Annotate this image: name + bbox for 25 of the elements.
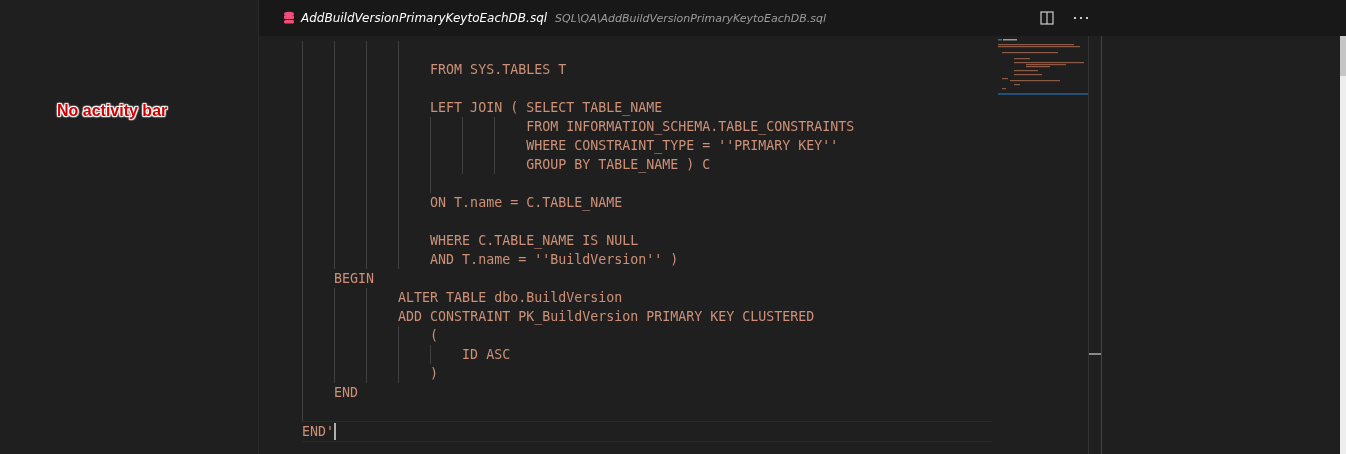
code-text: END	[334, 385, 359, 400]
tab-path: SQL\QA\AddBuildVersionPrimaryKeytoEachDB.sql	[555, 11, 827, 25]
code-text: WHERE C.TABLE_NAME IS NULL	[430, 233, 639, 248]
code-text: ADD CONSTRAINT PK_BuildVersion PRIMARY KEY CLUSTERED	[398, 309, 815, 324]
code-text: GROUP BY TABLE_NAME ) C	[526, 157, 711, 172]
code-text: FROM SYS.TABLES T	[430, 62, 567, 77]
scroll-marker	[1089, 353, 1101, 355]
code-text: LEFT JOIN ( SELECT TABLE_NAME	[430, 100, 663, 115]
code-text: AND T.name = ''BuildVersion'' )	[430, 252, 679, 267]
code-text: (	[430, 328, 439, 343]
code-text: END'	[302, 424, 335, 439]
code-text: BEGIN	[334, 271, 375, 286]
code-text: FROM INFORMATION_SCHEMA.TABLE_CONSTRAINTS	[526, 119, 855, 134]
code-text: ALTER TABLE dbo.BuildVersion	[398, 290, 623, 305]
scrollbar-thumb[interactable]	[1340, 36, 1346, 76]
database-icon	[283, 11, 295, 25]
code-text: WHERE CONSTRAINT_TYPE = ''PRIMARY KEY''	[526, 138, 839, 153]
tab-filename[interactable]: AddBuildVersionPrimaryKeytoEachDB.sql	[301, 11, 548, 25]
more-icon[interactable]	[1074, 16, 1088, 20]
code-text: )	[430, 366, 439, 381]
code-text: ID ASC	[462, 347, 511, 362]
code-text: ON T.name = C.TABLE_NAME	[430, 195, 623, 210]
text-cursor	[334, 423, 337, 440]
split-editor-icon[interactable]	[1040, 11, 1054, 25]
annotation-label: No activity bar	[57, 102, 168, 120]
